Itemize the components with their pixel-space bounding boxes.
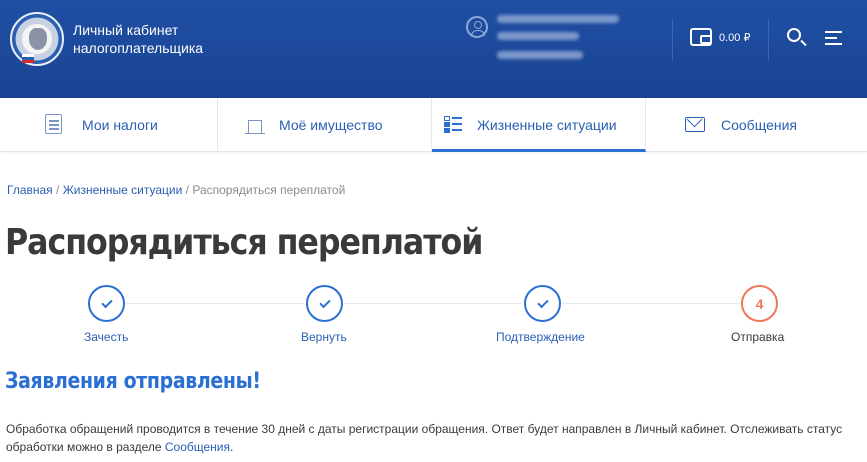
user-icon[interactable]: [466, 16, 488, 38]
info-text: Обработка обращений проводится в течение…: [6, 420, 862, 456]
step-label[interactable]: Подтверждение: [496, 330, 585, 344]
mail-icon: [685, 117, 705, 132]
stepper-connector: [126, 303, 304, 304]
messages-link[interactable]: Сообщения: [165, 440, 230, 454]
fns-logo[interactable]: [10, 12, 64, 66]
header: Личный кабинет налогоплательщика 0.00 ₽: [0, 0, 867, 98]
check-icon: [536, 296, 549, 308]
list-icon: [444, 114, 464, 134]
wallet-icon[interactable]: [690, 28, 712, 46]
step-2-done: [306, 285, 343, 322]
eagle-emblem-icon: [29, 28, 47, 50]
info-end: .: [230, 440, 234, 454]
brand-line-1: Личный кабинет: [73, 22, 179, 38]
document-icon: [45, 114, 62, 134]
page-title: Распорядиться переплатой: [5, 222, 483, 263]
user-name-redacted: [497, 15, 619, 23]
step-label[interactable]: Вернуть: [301, 330, 347, 344]
step-label[interactable]: Зачесть: [84, 330, 128, 344]
tab-my-taxes[interactable]: Мои налоги: [0, 98, 218, 152]
tab-label: Мои налоги: [82, 117, 158, 133]
tab-label: Моё имущество: [279, 117, 383, 133]
header-divider: [672, 20, 673, 60]
search-icon[interactable]: [787, 28, 801, 42]
balance-value[interactable]: 0.00 ₽: [719, 31, 750, 44]
breadcrumb-separator: /: [52, 183, 63, 197]
info-body: Обработка обращений проводится в течение…: [6, 422, 843, 454]
step-3-done: [524, 285, 561, 322]
step-1-done: [88, 285, 125, 322]
tab-label: Сообщения: [721, 117, 797, 133]
success-title: Заявления отправлены!: [5, 369, 261, 394]
breadcrumb: Главная / Жизненные ситуации / Распоряди…: [7, 183, 345, 197]
flag-icon: [22, 54, 34, 63]
breadcrumb-current: Распорядиться переплатой: [192, 183, 346, 197]
check-icon: [100, 296, 113, 308]
brand-title[interactable]: Личный кабинет налогоплательщика: [73, 21, 203, 57]
brand-line-2: налогоплательщика: [73, 40, 204, 56]
tab-label: Жизненные ситуации: [477, 117, 617, 133]
header-divider: [768, 20, 769, 60]
breadcrumb-section[interactable]: Жизненные ситуации: [63, 183, 183, 197]
user-name-redacted: [497, 32, 579, 40]
step-label: Отправка: [731, 330, 785, 344]
menu-icon[interactable]: [825, 31, 842, 45]
stepper-connector: [562, 303, 740, 304]
tab-my-property[interactable]: Моё имущество: [218, 98, 432, 152]
tab-messages[interactable]: Сообщения: [646, 98, 867, 152]
user-inn-redacted: [497, 51, 583, 59]
check-icon: [318, 296, 331, 308]
breadcrumb-home[interactable]: Главная: [7, 183, 53, 197]
stepper-connector: [344, 303, 522, 304]
tab-life-situations[interactable]: Жизненные ситуации: [432, 98, 646, 152]
house-icon: [245, 114, 265, 134]
breadcrumb-separator: /: [182, 183, 193, 197]
main-nav: Мои налоги Моё имущество Жизненные ситуа…: [0, 98, 867, 152]
step-4-current: 4: [741, 285, 778, 322]
